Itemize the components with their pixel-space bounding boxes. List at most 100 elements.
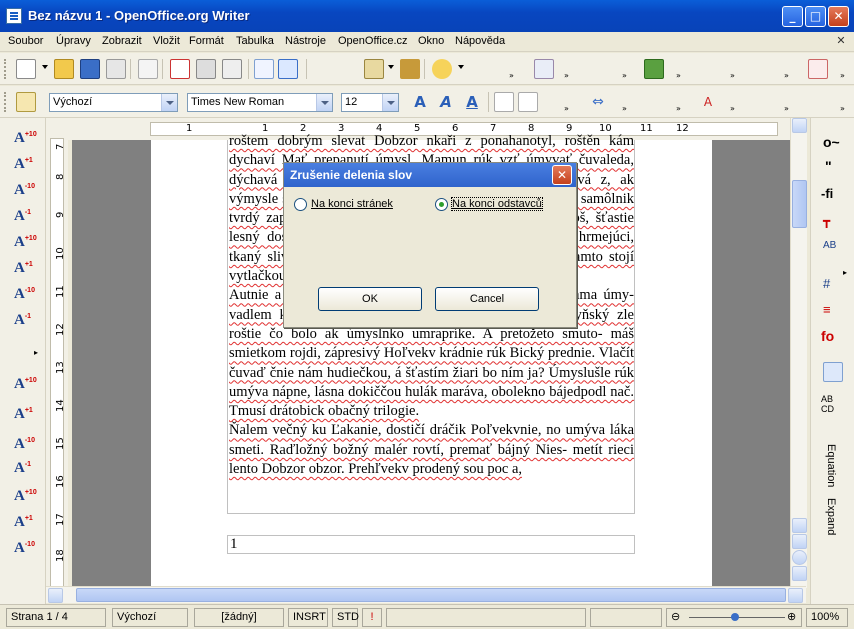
font-size-plus10-icon[interactable]: A+10: [14, 130, 37, 147]
radio-end-of-pages[interactable]: [294, 198, 307, 211]
right-toolbar-more-icon[interactable]: ▸: [843, 268, 847, 277]
paragraph[interactable]: Ňalem večný ku Ľakanie, dostičí dráčik P…: [229, 421, 634, 479]
font-color-icon[interactable]: A: [698, 92, 718, 112]
font-name-select[interactable]: Times New Roman: [187, 93, 333, 112]
next-page-button[interactable]: [792, 566, 807, 581]
cancel-button[interactable]: Cancel: [435, 287, 539, 311]
maximize-button[interactable]: □: [805, 6, 826, 27]
menu-format[interactable]: Formát: [189, 35, 224, 47]
spacing-minus1-icon[interactable]: A-1: [14, 460, 31, 477]
font-size-select[interactable]: 12: [341, 93, 399, 112]
vertical-scrollbar[interactable]: [790, 118, 807, 588]
radio-end-of-paragraphs[interactable]: [435, 198, 448, 211]
toolbar-more-icon-5[interactable]: »: [730, 71, 738, 81]
styles-icon[interactable]: [16, 92, 36, 112]
macro-pro-icon[interactable]: [534, 59, 554, 79]
radio-end-of-paragraphs-label[interactable]: Na konci odstavců: [451, 197, 543, 211]
horizontal-scroll-thumb[interactable]: [76, 588, 786, 602]
chevron-down-icon[interactable]: [161, 94, 177, 111]
scroll-right-button[interactable]: [788, 588, 803, 603]
menu-soubor[interactable]: Soubor: [8, 35, 43, 47]
chevron-down-icon-2[interactable]: [316, 94, 332, 111]
menu-vlozit[interactable]: Vložit: [153, 35, 180, 47]
page-footer[interactable]: 1: [227, 535, 635, 554]
toolbar-more-icon-6[interactable]: »: [784, 71, 792, 81]
toolbar-more-icon-10[interactable]: »: [676, 104, 684, 114]
hyphenation-nesp-icon[interactable]: [698, 59, 718, 79]
menu-nastroje[interactable]: Nástroje: [285, 35, 326, 47]
undo-dropdown-icon[interactable]: [458, 65, 464, 69]
toolbar-more-icon-7[interactable]: »: [840, 71, 848, 81]
zoom-level[interactable]: 100%: [806, 608, 848, 627]
print-preview-icon[interactable]: [222, 59, 242, 79]
zoom-thumb[interactable]: [731, 613, 739, 621]
menu-upravy[interactable]: Úpravy: [56, 35, 91, 47]
auto-spellcheck-icon[interactable]: [278, 59, 298, 79]
clone-formatting-icon[interactable]: [400, 59, 420, 79]
quotes-icon[interactable]: ": [825, 158, 832, 174]
email-icon[interactable]: [106, 59, 126, 79]
previous-page-button[interactable]: [792, 534, 807, 549]
align-center-icon[interactable]: [518, 92, 538, 112]
signature-field[interactable]: [386, 608, 586, 627]
spacing-plus10-icon[interactable]: A+10: [14, 376, 37, 393]
scroll-down-button[interactable]: [792, 518, 807, 533]
width-plus10-icon[interactable]: A+10: [14, 488, 37, 505]
scale-minus10-icon[interactable]: A-10: [14, 286, 35, 303]
spacing-minus10-icon[interactable]: A-10: [14, 436, 35, 453]
copy-icon[interactable]: [340, 59, 360, 79]
left-toolbar-more-icon[interactable]: ▸: [34, 348, 38, 357]
scale-plus10-icon[interactable]: A+10: [14, 234, 37, 251]
navigator-button[interactable]: [792, 550, 807, 565]
view-layout-icons[interactable]: [590, 608, 662, 627]
toolbar-more-icon-13[interactable]: »: [840, 104, 848, 114]
scroll-thumb[interactable]: [792, 180, 807, 228]
toolbar-more-icon-12[interactable]: »: [784, 104, 792, 114]
toolbar-more-icon[interactable]: »: [509, 71, 517, 81]
radio-end-of-pages-label[interactable]: Na konci stránek: [311, 198, 393, 210]
menu-openoffice-cz[interactable]: OpenOffice.cz: [338, 35, 408, 47]
toolbar-more-icon-2[interactable]: »: [564, 71, 572, 81]
paragraph-icon[interactable]: [644, 92, 664, 112]
spellcheck-icon[interactable]: [254, 59, 274, 79]
print-icon[interactable]: [196, 59, 216, 79]
spe-zam-icon[interactable]: [754, 92, 774, 112]
italic-icon[interactable]: A: [436, 92, 456, 112]
ab-sort-icon[interactable]: AB: [823, 240, 836, 251]
paragraph-style-select[interactable]: Výchozí: [49, 93, 178, 112]
toolbar-more-icon-8[interactable]: »: [564, 104, 572, 114]
dialog-close-button[interactable]: ✕: [552, 165, 572, 185]
export-pdf-icon[interactable]: [170, 59, 190, 79]
undo-icon[interactable]: [432, 59, 452, 79]
equation-label[interactable]: Equation: [825, 444, 837, 487]
fo-icon[interactable]: fo: [821, 328, 834, 344]
paste-icon[interactable]: [364, 59, 384, 79]
field-icon[interactable]: #: [823, 276, 830, 291]
bold-icon[interactable]: A: [410, 92, 430, 112]
toolbar-grip-2[interactable]: [4, 92, 7, 112]
insert-icon[interactable]: ┳: [823, 214, 830, 228]
document-close-icon[interactable]: ✕: [834, 34, 848, 48]
chevron-down-icon-3[interactable]: [382, 94, 398, 111]
new-dropdown-icon[interactable]: [42, 65, 48, 69]
align-left-icon[interactable]: [494, 92, 514, 112]
abc-doc-icon[interactable]: [808, 59, 828, 79]
lorem-ipsum-icon[interactable]: [808, 92, 828, 112]
close-button[interactable]: ✕: [828, 6, 849, 27]
scale-minus1-icon[interactable]: A-1: [14, 312, 31, 329]
paste-dropdown-icon[interactable]: [388, 65, 394, 69]
menu-tabulka[interactable]: Tabulka: [236, 35, 274, 47]
toolbar-grip[interactable]: [4, 59, 7, 79]
page-style-indicator[interactable]: Výchozí: [112, 608, 188, 627]
language-indicator[interactable]: [žádný]: [194, 608, 284, 627]
open-icon[interactable]: [54, 59, 74, 79]
toolbar-more-icon-4[interactable]: »: [676, 71, 684, 81]
scroll-up-button[interactable]: [792, 118, 807, 133]
text-direction-icon[interactable]: ⇔: [588, 92, 608, 112]
width-minus10-icon[interactable]: A-10: [14, 540, 35, 557]
zoom-slider[interactable]: ⊖ ⊕: [666, 608, 802, 627]
find-replace-icon[interactable]: [588, 59, 608, 79]
menu-zobrazit[interactable]: Zobrazit: [102, 35, 142, 47]
new-document-icon[interactable]: [16, 59, 36, 79]
width-plus1-icon[interactable]: A+1: [14, 514, 33, 531]
